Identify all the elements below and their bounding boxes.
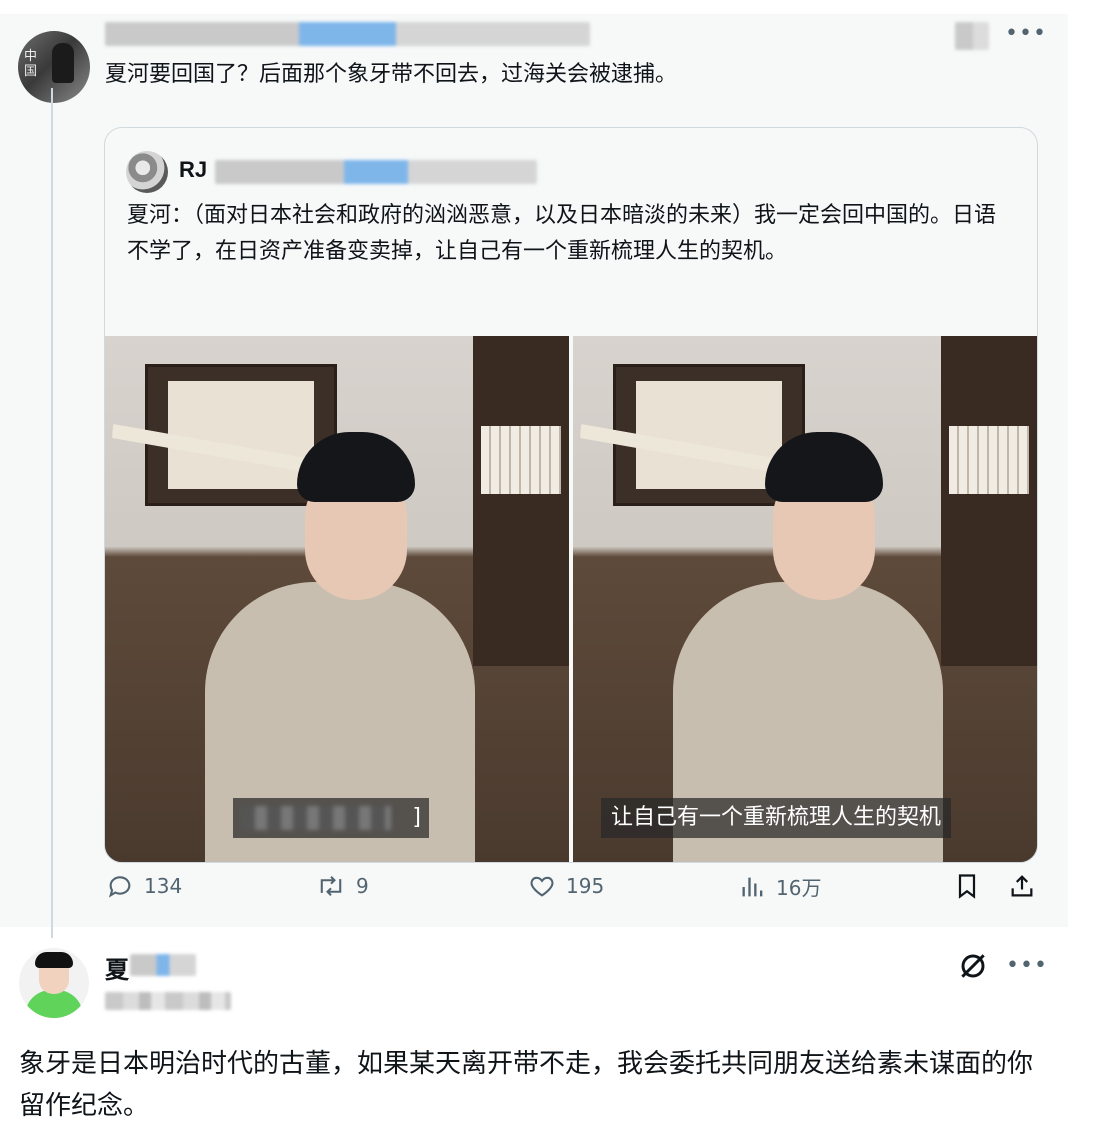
parent-tweet[interactable]: 中国 ••• 夏河要回国了？后面那个象牙带不回去，过海关会被逮捕。 RJ 夏河：… <box>0 14 1068 927</box>
views-button[interactable]: 16万 <box>740 872 821 901</box>
parent-author-redacted[interactable] <box>105 22 590 46</box>
grok-slash-icon[interactable] <box>957 950 989 986</box>
quoted-tweet-text: 夏河：（面对日本社会和政府的汹汹恶意，以及日本暗淡的未来）我一定会回中国的。日语… <box>127 203 997 264</box>
video-subtitle-left: ] <box>233 798 429 838</box>
parent-tweet-text: 夏河要回国了？后面那个象牙带不回去，过海关会被逮捕。 <box>105 62 678 87</box>
right-gutter <box>1068 0 1094 1144</box>
retweet-count: 9 <box>356 874 369 898</box>
reply-button[interactable]: 134 <box>106 872 182 900</box>
avatar-hair <box>35 952 73 968</box>
reply-author-redacted <box>130 954 196 976</box>
reply-tweet-text: 象牙是日本明治时代的古董，如果某天离开带不走，我会委托共同朋友送给素未谋面的你留… <box>19 1049 1034 1121</box>
more-icon[interactable]: ••• <box>1005 23 1047 45</box>
bookmark-icon <box>954 872 980 900</box>
reply-author-name[interactable]: 夏 <box>105 950 129 985</box>
quoted-tweet[interactable]: RJ 夏河：（面对日本社会和政府的汹汹恶意，以及日本暗淡的未来）我一定会回中国的… <box>104 127 1038 863</box>
subtitle-bracket: ] <box>412 805 421 830</box>
reply-count: 134 <box>144 874 183 898</box>
timeline: 中国 ••• 夏河要回国了？后面那个象牙带不回去，过海关会被逮捕。 RJ 夏河：… <box>0 0 1068 1144</box>
thread-connector <box>51 88 53 938</box>
retweet-button[interactable]: 9 <box>316 872 369 900</box>
like-count: 195 <box>566 874 605 898</box>
subtitle-redacted <box>241 806 391 830</box>
share-button[interactable] <box>1008 872 1036 900</box>
video-thumbnail-left[interactable]: ] <box>105 336 569 862</box>
reply-more-icon[interactable]: ••• <box>1006 955 1048 977</box>
video-thumbnail-right[interactable]: 让自己有一个重新梳理人生的契机 <box>573 336 1037 862</box>
quoted-author-name[interactable]: RJ <box>179 157 207 183</box>
bookshelf <box>941 336 1037 666</box>
parent-extra-redacted <box>955 22 989 50</box>
reply-avatar[interactable] <box>19 948 89 1018</box>
quoted-author-avatar[interactable] <box>126 151 168 193</box>
like-icon <box>528 872 556 900</box>
quoted-handle-redacted <box>215 160 537 184</box>
retweet-icon <box>316 872 346 900</box>
view-count: 16万 <box>776 876 822 900</box>
video-subtitle-right: 让自己有一个重新梳理人生的契机 <box>601 798 952 838</box>
avatar-figure <box>52 43 74 83</box>
tweet-actions: 134 9 195 16万 <box>0 872 1068 906</box>
avatar-calligraphy: 中国 <box>24 49 38 79</box>
views-icon <box>740 873 766 901</box>
hair <box>297 432 415 502</box>
reply-icon <box>106 872 134 900</box>
bookshelf <box>473 336 569 666</box>
share-icon <box>1008 872 1036 900</box>
bookmark-button[interactable] <box>954 872 980 900</box>
parent-avatar[interactable]: 中国 <box>18 31 90 103</box>
reply-handle-redacted <box>105 992 231 1010</box>
like-button[interactable]: 195 <box>528 872 604 900</box>
avatar-green-shirt <box>25 990 83 1018</box>
hair <box>765 432 883 502</box>
